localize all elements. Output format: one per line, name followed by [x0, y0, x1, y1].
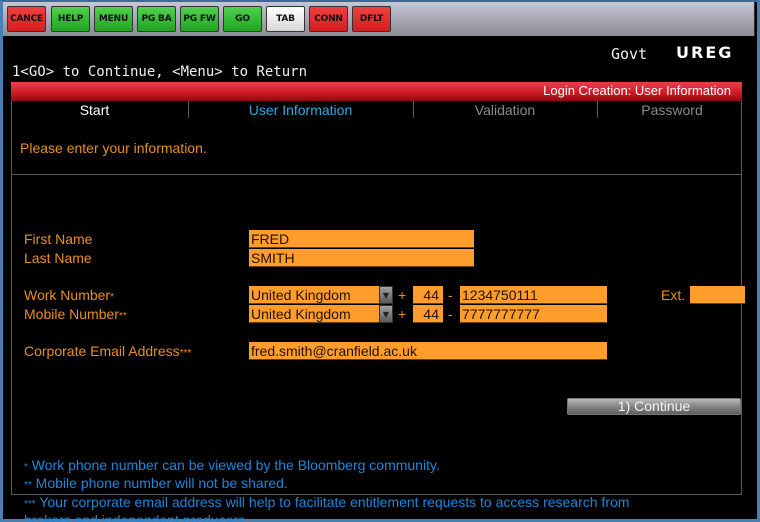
- note-text: Work phone number can be viewed by the B…: [27, 457, 440, 473]
- note-marker: **: [24, 480, 32, 491]
- cancel-button[interactable]: CANCE: [7, 6, 46, 32]
- work-country-select[interactable]: United Kingdom: [249, 286, 379, 304]
- first-name-input[interactable]: FRED: [249, 230, 474, 248]
- mobile-number-label-text: Mobile Number: [24, 306, 119, 322]
- terminal-screen: Govt UREG 1<GO> to Continue, <Menu> to R…: [3, 36, 755, 522]
- dash-separator: -: [448, 306, 453, 322]
- step-validation: Validation: [474, 102, 536, 118]
- email-marker: ***: [179, 348, 192, 359]
- mobile-number-input[interactable]: 7777777777: [460, 305, 607, 323]
- mobile-country-code-input[interactable]: 44: [413, 305, 443, 323]
- last-name-label: Last Name: [24, 250, 92, 266]
- page-back-button[interactable]: PG BA: [137, 6, 176, 32]
- sector-label: Govt: [611, 45, 648, 63]
- note-text: Your corporate email address will help t…: [35, 494, 630, 510]
- chevron-down-icon: ▼: [382, 290, 390, 300]
- progress-steps: Start User Information Validation Passwo…: [12, 101, 741, 121]
- last-name-input[interactable]: SMITH: [249, 249, 474, 267]
- work-number-label-text: Work Number: [24, 287, 111, 303]
- go-button[interactable]: GO: [223, 6, 262, 32]
- command-prompt: 1<GO> to Continue, <Menu> to Return: [12, 64, 308, 80]
- work-number-marker: *: [110, 292, 114, 303]
- email-label: Corporate Email Address***: [24, 342, 191, 363]
- instruction-text: Please enter your information.: [20, 140, 207, 156]
- continue-button[interactable]: 1) Continue: [567, 398, 741, 415]
- title-bar: Login Creation: User Information: [11, 82, 742, 101]
- page-title: Login Creation: User Information: [543, 83, 731, 98]
- step-start: Start: [79, 102, 110, 118]
- extension-input[interactable]: [690, 286, 745, 304]
- page-forward-button[interactable]: PG FW: [180, 6, 219, 32]
- note-text: brokers and independent producers.: [24, 512, 249, 522]
- work-number-label: Work Number*: [24, 286, 114, 307]
- work-country-code-input[interactable]: 44: [413, 286, 443, 304]
- default-button[interactable]: DFLT: [352, 6, 391, 32]
- work-number-input[interactable]: 1234750111: [460, 286, 607, 304]
- note-text: Mobile phone number will not be shared.: [31, 475, 288, 491]
- function-key-toolbar: CANCE HELP MENU PG BA PG FW GO TAB CONN …: [3, 2, 755, 36]
- mobile-number-label: Mobile Number**: [24, 305, 127, 326]
- conn-button[interactable]: CONN: [309, 6, 348, 32]
- plus-sign: +: [398, 287, 407, 303]
- dash-separator: -: [448, 287, 453, 303]
- note-marker: ***: [24, 499, 36, 510]
- chevron-down-icon: ▼: [382, 309, 390, 319]
- note-mobile-phone: ** Mobile phone number will not be share…: [24, 474, 288, 495]
- menu-button[interactable]: MENU: [94, 6, 133, 32]
- extension-label: Ext.: [661, 287, 686, 303]
- help-button[interactable]: HELP: [51, 6, 90, 32]
- mobile-country-dropdown-button[interactable]: ▼: [379, 305, 393, 323]
- email-input[interactable]: fred.smith@cranfield.ac.uk: [249, 342, 607, 360]
- mobile-number-marker: **: [118, 311, 127, 322]
- plus-sign: +: [398, 306, 407, 322]
- first-name-label: First Name: [24, 231, 93, 247]
- work-country-dropdown-button[interactable]: ▼: [379, 286, 393, 304]
- email-label-text: Corporate Email Address: [24, 343, 180, 359]
- divider: [12, 174, 741, 175]
- form-panel: Start User Information Validation Passwo…: [11, 101, 745, 522]
- note-email-continued: brokers and independent producers.: [24, 511, 249, 522]
- function-code: UREG: [676, 43, 734, 62]
- step-user-information: User Information: [248, 102, 353, 118]
- step-password: Password: [641, 102, 703, 118]
- mobile-country-select[interactable]: United Kingdom: [249, 305, 379, 323]
- tab-button[interactable]: TAB: [266, 6, 305, 32]
